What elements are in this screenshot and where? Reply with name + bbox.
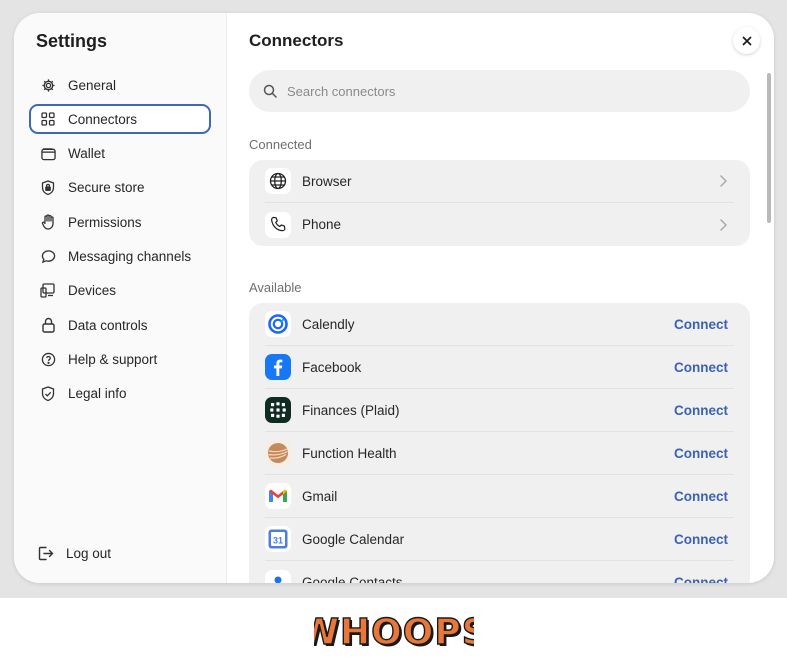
- gmail-icon: [265, 483, 291, 509]
- connector-row-facebook: Facebook Connect: [265, 346, 734, 389]
- shield-lock-icon: [40, 180, 56, 196]
- phone-icon: [265, 211, 291, 238]
- sidebar-item-permissions[interactable]: Permissions: [29, 207, 211, 237]
- connect-button[interactable]: Connect: [674, 575, 728, 583]
- calendly-icon: [265, 311, 291, 337]
- connect-button[interactable]: Connect: [674, 446, 728, 461]
- shield-check-icon: [40, 385, 56, 402]
- connected-section-label: Connected: [249, 137, 312, 152]
- sidebar-item-general[interactable]: General: [29, 70, 211, 100]
- chevron-right-icon: [716, 175, 730, 187]
- connect-button[interactable]: Connect: [674, 532, 728, 547]
- connector-row-plaid: Finances (Plaid) Connect: [265, 389, 734, 432]
- sidebar-item-label: Wallet: [68, 146, 106, 162]
- connector-name: Google Calendar: [302, 531, 405, 547]
- connector-name: Browser: [302, 173, 352, 189]
- logout-label: Log out: [66, 545, 112, 561]
- sidebar-item-wallet[interactable]: Wallet: [29, 139, 211, 169]
- available-list: Calendly Connect Facebook Connect Financ…: [249, 303, 750, 583]
- sidebar-item-label: Devices: [68, 283, 117, 299]
- connector-row-calendly: Calendly Connect: [265, 303, 734, 346]
- sidebar-item-secure-store[interactable]: Secure store: [29, 173, 211, 203]
- sidebar-item-label: Data controls: [68, 317, 148, 333]
- connector-name: Gmail: [302, 488, 338, 504]
- connect-button[interactable]: Connect: [674, 360, 728, 375]
- sidebar-item-data-controls[interactable]: Data controls: [29, 310, 211, 340]
- sidebar-item-messaging-channels[interactable]: Messaging channels: [29, 241, 211, 271]
- calendar-day: 31: [273, 536, 283, 546]
- function-health-icon: [265, 440, 291, 466]
- sidebar-item-label: Connectors: [68, 111, 138, 127]
- chat-bubble-icon: [40, 248, 56, 264]
- sidebar-item-legal-info[interactable]: Legal info: [29, 379, 211, 409]
- connector-name: Function Health: [302, 445, 397, 461]
- help-circle-icon: [40, 351, 56, 367]
- search-icon: [263, 84, 277, 98]
- sidebar-item-label: Legal info: [68, 386, 127, 402]
- globe-icon: [265, 168, 291, 194]
- whoops-logo: WHOOPS WHOOPS: [0, 600, 787, 663]
- page-title: Connectors: [249, 31, 344, 50]
- search-input[interactable]: [287, 83, 707, 99]
- logout-icon: [38, 545, 54, 561]
- google-calendar-icon: 31: [265, 526, 291, 552]
- settings-window: Settings General Connectors Wallet Secur…: [14, 13, 774, 583]
- connect-button[interactable]: Connect: [674, 489, 728, 504]
- lock-icon: [40, 317, 56, 333]
- connect-button[interactable]: Connect: [674, 403, 728, 418]
- hand-icon: [40, 214, 56, 230]
- sidebar-item-label: Messaging channels: [68, 248, 192, 264]
- logout-button[interactable]: Log out: [38, 545, 111, 561]
- connector-name: Facebook: [302, 359, 362, 375]
- gear-icon: [40, 77, 56, 93]
- sidebar-item-label: Help & support: [68, 351, 158, 367]
- sidebar-item-help-support[interactable]: Help & support: [29, 344, 211, 374]
- connector-name: Finances (Plaid): [302, 402, 400, 418]
- connect-button[interactable]: Connect: [674, 317, 728, 332]
- sidebar-item-devices[interactable]: Devices: [29, 276, 211, 306]
- plaid-icon: [265, 397, 291, 423]
- chevron-right-icon: [716, 218, 730, 231]
- connector-row-function-health: Function Health Connect: [265, 432, 734, 475]
- devices-icon: [40, 283, 56, 299]
- sidebar-title: Settings: [36, 31, 108, 51]
- facebook-icon: [265, 354, 291, 380]
- main-panel: Connectors Connected Browser: [227, 13, 774, 583]
- scrollbar[interactable]: [767, 73, 771, 223]
- connector-name: Phone: [302, 217, 342, 232]
- sidebar-item-connectors[interactable]: Connectors: [29, 104, 211, 135]
- connector-row-google-calendar: 31 Google Calendar Connect: [265, 518, 734, 561]
- connector-row-gmail: Gmail Connect: [265, 475, 734, 518]
- connector-name: Google Contacts: [302, 575, 403, 583]
- connected-list: Browser Phone: [249, 160, 750, 246]
- sidebar: Settings General Connectors Wallet Secur…: [14, 13, 227, 583]
- available-section-label: Available: [249, 280, 302, 295]
- sidebar-item-label: Secure store: [68, 180, 145, 196]
- connector-row-phone[interactable]: Phone: [265, 203, 734, 246]
- close-button[interactable]: [733, 27, 760, 54]
- search-bar[interactable]: [249, 70, 750, 112]
- connector-row-google-contacts: Google Contacts Connect: [265, 561, 734, 583]
- sidebar-item-label: Permissions: [68, 214, 142, 230]
- google-contacts-icon: [265, 569, 291, 583]
- connector-row-browser[interactable]: Browser: [265, 160, 734, 203]
- grid-icon: [40, 111, 56, 127]
- close-icon: [742, 36, 751, 45]
- sidebar-nav: General Connectors Wallet Secure store P…: [29, 70, 211, 413]
- connector-name: Calendly: [302, 316, 355, 332]
- sidebar-item-label: General: [68, 77, 117, 93]
- whoops-logo-text-front: WHOOPS: [314, 612, 474, 653]
- wallet-icon: [40, 146, 56, 162]
